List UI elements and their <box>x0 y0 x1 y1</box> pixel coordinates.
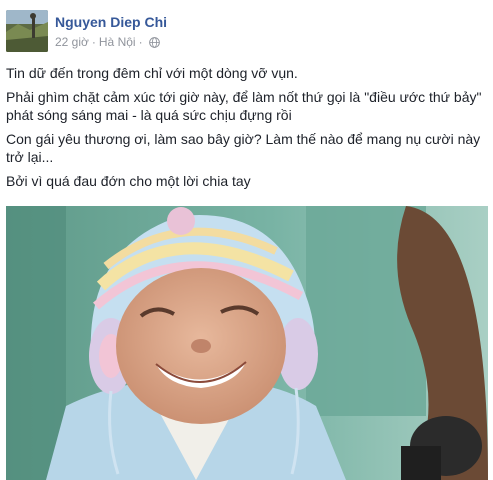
post-paragraph-3: Con gái yêu thương ơi, làm sao bây giờ? … <box>6 131 481 165</box>
post-paragraph-1: Tin dữ đến trong đêm chỉ với một dòng vỡ… <box>6 65 298 81</box>
post-photo[interactable] <box>6 206 488 480</box>
post-timestamp[interactable]: 22 giờ <box>55 35 89 49</box>
author-avatar[interactable] <box>6 10 48 52</box>
globe-icon[interactable] <box>148 37 160 48</box>
post-meta: 22 giờ · Hà Nội · <box>55 35 160 49</box>
post-location[interactable]: Hà Nội <box>99 35 136 49</box>
post-header: Nguyen Diep Chi 22 giờ · Hà Nội · <box>6 10 486 54</box>
smiling-girl-photo <box>6 206 488 480</box>
meta-separator-2: · <box>138 35 143 49</box>
post-body: Tin dữ đến trong đêm chỉ với một dòng vỡ… <box>6 64 488 196</box>
avatar-landscape-image <box>6 10 48 52</box>
post-paragraph-2: Phải ghìm chặt cảm xúc tới giờ này, để l… <box>6 89 482 123</box>
meta-separator: · <box>91 35 96 49</box>
facebook-post: Nguyen Diep Chi 22 giờ · Hà Nội · Tin dữ đế… <box>0 0 493 480</box>
author-name-link[interactable]: Nguyen Diep Chi <box>55 14 167 30</box>
post-paragraph-4: Bởi vì quá đau đớn cho một lời chia tay <box>6 173 251 189</box>
